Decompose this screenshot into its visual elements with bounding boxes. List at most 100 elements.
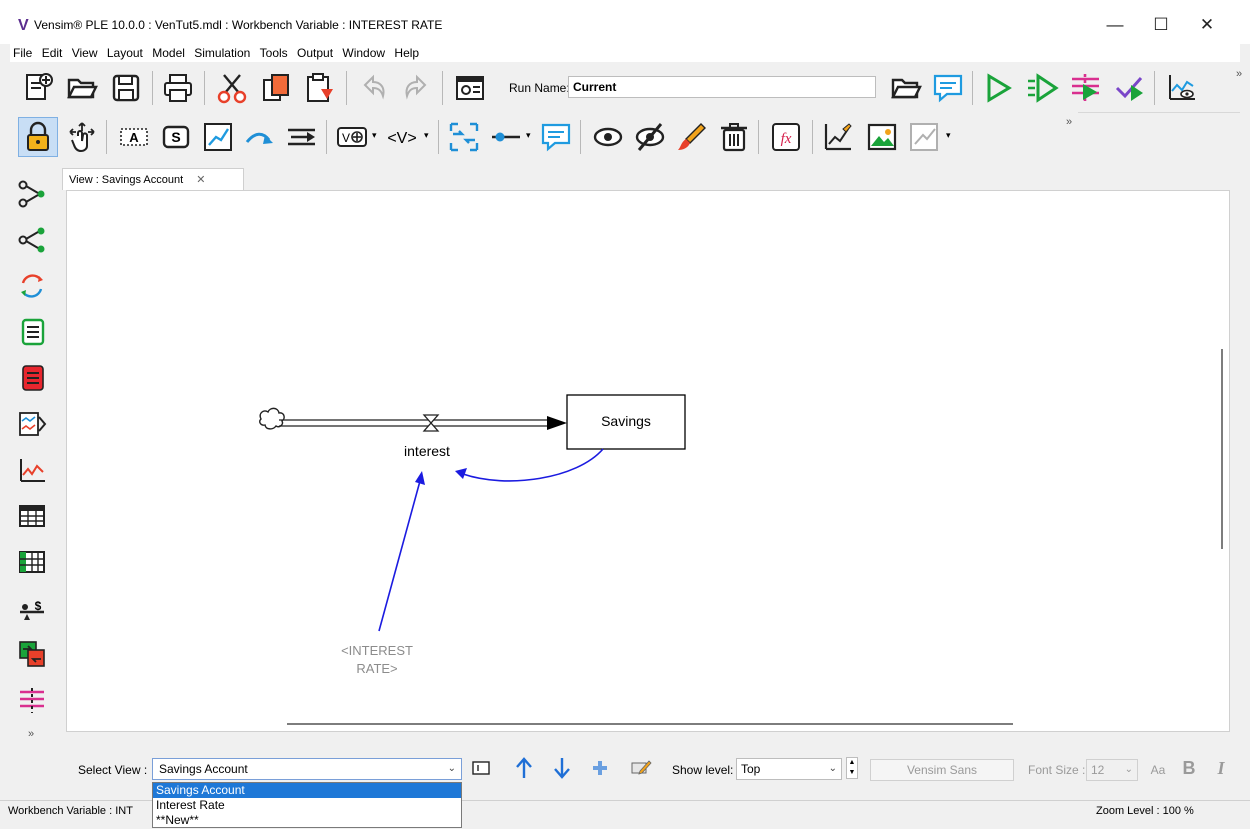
close-button[interactable]: ✕ (1184, 10, 1230, 40)
cut-button[interactable] (212, 68, 252, 108)
vertical-scrollbar[interactable] (1221, 349, 1223, 549)
highlight-tool-button[interactable] (672, 117, 712, 157)
move-view-down-button[interactable] (552, 756, 572, 780)
italic-button[interactable]: I (1210, 756, 1232, 780)
open-run-button[interactable] (886, 68, 926, 108)
font-case-button[interactable]: Aa (1146, 759, 1170, 781)
lock-tool-button[interactable] (18, 117, 58, 157)
model-variable-tool-button[interactable]: V (332, 117, 372, 157)
show-level-dropdown[interactable]: Top ⌄ (736, 758, 842, 780)
simulate-button[interactable] (978, 68, 1018, 108)
view-properties-button[interactable] (472, 760, 490, 776)
dropdown-arrow-icon[interactable]: ▾ (424, 130, 429, 141)
causes-strip-button[interactable] (14, 406, 50, 442)
slider-tool-button[interactable] (486, 117, 526, 157)
left-palette-overflow-button[interactable]: » (28, 728, 34, 740)
bold-button[interactable]: B (1178, 756, 1200, 780)
comment-button[interactable] (928, 68, 968, 108)
tab-savings-account[interactable]: View : Savings Account ✕ (62, 168, 244, 190)
option-savings-account[interactable]: Savings Account (153, 783, 461, 798)
add-view-button[interactable] (592, 760, 608, 776)
shadow-variable-tool-button[interactable]: <V> (382, 117, 422, 157)
flow-label[interactable]: interest (377, 443, 477, 459)
equations-tool-button[interactable]: fx (766, 117, 806, 157)
graph-button[interactable] (14, 452, 50, 488)
minimize-button[interactable]: — (1092, 10, 1138, 40)
menu-output[interactable]: Output (294, 44, 336, 62)
table-time-down-button[interactable] (14, 544, 50, 580)
uses-tree-button[interactable] (14, 222, 50, 258)
rename-view-button[interactable] (630, 757, 652, 777)
dropdown-arrow-icon[interactable]: ▾ (526, 130, 531, 141)
level-spinner[interactable]: ▲ ▼ (846, 757, 858, 779)
save-button[interactable] (106, 68, 146, 108)
menu-layout[interactable]: Layout (104, 44, 146, 62)
undo-button[interactable] (354, 68, 394, 108)
valve-icon[interactable] (422, 414, 440, 432)
new-model-button[interactable] (18, 68, 58, 108)
font-size-dropdown[interactable]: 12 ⌄ (1086, 759, 1138, 781)
open-model-button[interactable] (62, 68, 102, 108)
move-view-up-button[interactable] (514, 756, 534, 780)
rate-tool-button[interactable] (282, 117, 322, 157)
document-all-button[interactable] (14, 360, 50, 396)
analysis-toolbar: $ » (10, 168, 58, 748)
shadow-variable-label[interactable]: <INTEREST (307, 643, 447, 658)
horizontal-scrollbar[interactable] (287, 723, 1013, 725)
copy-button[interactable] (256, 68, 296, 108)
reference-mode-tool-button[interactable] (818, 117, 858, 157)
run-settings-button[interactable] (450, 68, 490, 108)
menu-model[interactable]: Model (149, 44, 188, 62)
move-tool-button[interactable] (62, 117, 102, 157)
unhide-tool-button[interactable] (588, 117, 628, 157)
toolbar-separator (1154, 71, 1155, 105)
io-object-tool-button[interactable] (444, 117, 484, 157)
delete-tool-button[interactable] (714, 117, 754, 157)
link-savings-to-interest[interactable] (462, 448, 604, 482)
menu-file[interactable]: File (10, 44, 35, 62)
toolbar-overflow-button[interactable]: » (1066, 116, 1072, 128)
vensim-logo-icon: V (18, 17, 29, 34)
table-graph-tool-button[interactable] (904, 117, 944, 157)
arrow-tool-button[interactable] (240, 117, 280, 157)
shadow-variable-label-line2[interactable]: RATE> (307, 661, 447, 676)
paste-button[interactable] (300, 68, 340, 108)
units-check-button[interactable] (14, 636, 50, 672)
print-button[interactable] (158, 68, 198, 108)
menu-view[interactable]: View (69, 44, 101, 62)
option-interest-rate[interactable]: Interest Rate (153, 798, 461, 813)
lookup-tool-button[interactable] (198, 117, 238, 157)
sensitivity-button[interactable] (1066, 68, 1106, 108)
option-new-view[interactable]: **New** (153, 813, 461, 828)
synthsim-button[interactable] (1022, 68, 1062, 108)
dropdown-arrow-icon[interactable]: ▾ (372, 130, 377, 141)
picture-tool-button[interactable] (862, 117, 902, 157)
toolbar-overflow-button[interactable]: » (1236, 68, 1242, 80)
loops-button[interactable] (14, 268, 50, 304)
variable-tool-button[interactable]: A (114, 117, 154, 157)
sensitivity-graph-button[interactable] (14, 682, 50, 718)
menu-window[interactable]: Window (339, 44, 388, 62)
optimize-button[interactable] (1110, 68, 1150, 108)
redo-button[interactable] (396, 68, 436, 108)
menu-simulation[interactable]: Simulation (191, 44, 253, 62)
graph-output-button[interactable] (1162, 68, 1202, 108)
menu-tools[interactable]: Tools (257, 44, 291, 62)
table-button[interactable] (14, 498, 50, 534)
sketch-canvas[interactable]: Savings interest <INTEREST RATE> (66, 190, 1230, 732)
select-view-dropdown[interactable]: Savings Account ⌄ (152, 758, 462, 780)
causes-tree-button[interactable] (14, 176, 50, 212)
shadow-tool-button[interactable]: S (156, 117, 196, 157)
runs-compare-button[interactable]: $ (14, 590, 50, 626)
dropdown-arrow-icon[interactable]: ▾ (946, 130, 951, 141)
close-tab-icon[interactable]: ✕ (196, 174, 205, 186)
hide-tool-button[interactable] (630, 117, 670, 157)
maximize-button[interactable]: ☐ (1138, 10, 1184, 40)
link-interest-rate-to-interest[interactable] (378, 480, 421, 632)
menu-help[interactable]: Help (391, 44, 422, 62)
document-button[interactable] (14, 314, 50, 350)
menu-edit[interactable]: Edit (39, 44, 66, 62)
comment-tool-button[interactable] (536, 117, 576, 157)
font-name-field[interactable]: Vensim Sans (870, 759, 1014, 781)
run-name-input[interactable]: Current (568, 76, 876, 98)
